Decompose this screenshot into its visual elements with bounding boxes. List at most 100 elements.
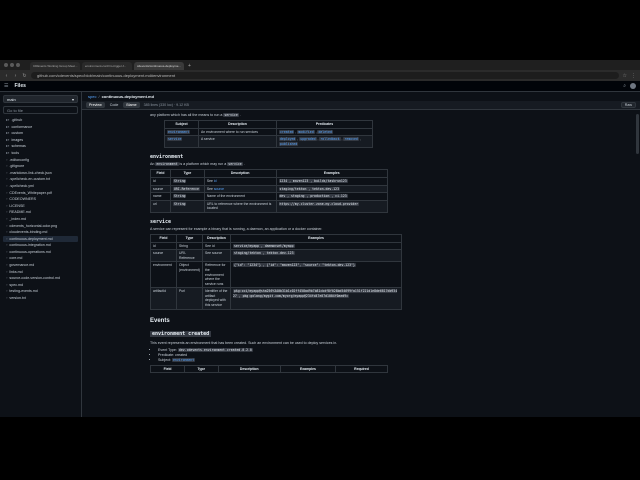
field-example: {"id": "1234"} , {"id": "maven123", "sou… bbox=[230, 261, 402, 289]
subject-description: An environment where to run services bbox=[198, 127, 277, 137]
new-tab-icon[interactable]: + bbox=[188, 62, 191, 70]
tab-preview[interactable]: Preview bbox=[86, 102, 105, 108]
sidebar-item[interactable]: ▸▪ schemas bbox=[3, 143, 78, 150]
sidebar-item[interactable]: ▫ .markdown-link-check.json bbox=[3, 170, 78, 177]
sidebar-item-label: spec.md bbox=[9, 282, 24, 287]
service-heading: service bbox=[150, 218, 172, 225]
sidebar-item-label: continuous-integration.md bbox=[9, 243, 51, 248]
sidebar-item[interactable]: ▫ testing-events.md bbox=[3, 288, 78, 295]
predicate-link[interactable]: modified bbox=[297, 129, 315, 134]
sidebar-item-label: .editorconfig bbox=[9, 157, 29, 162]
tab-code[interactable]: Code bbox=[107, 102, 122, 108]
env-header-description: Description bbox=[203, 169, 277, 178]
subject-link-environment[interactable]: environment bbox=[167, 129, 191, 134]
sidebar-item[interactable]: ▫ cloudevents-binding.md bbox=[3, 229, 78, 236]
sidebar-item[interactable]: ▫ version.txt bbox=[3, 295, 78, 302]
subjects-header-subject: Subject bbox=[164, 120, 199, 129]
predicate-link[interactable]: removed bbox=[343, 137, 359, 142]
predicate-link[interactable]: published bbox=[279, 141, 299, 146]
predicate-link[interactable]: rolledback bbox=[319, 137, 341, 142]
sidebar-item[interactable]: ▫ LICENSE bbox=[3, 203, 78, 210]
field-type: String bbox=[169, 199, 205, 213]
window-controls[interactable] bbox=[4, 63, 20, 67]
sidebar-item[interactable]: ▫ CODEOWNERS bbox=[3, 196, 78, 203]
sidebar-item[interactable]: ▫ continuous-integration.md bbox=[3, 242, 78, 249]
sidebar-toggle-icon[interactable]: ☰ bbox=[4, 83, 8, 89]
sidebar-item[interactable]: ▫ core.md bbox=[3, 255, 78, 262]
sidebar-item[interactable]: ▸▪ images bbox=[3, 137, 78, 144]
forward-icon[interactable]: › bbox=[13, 73, 18, 79]
back-icon[interactable]: ‹ bbox=[4, 73, 9, 79]
search-icon[interactable]: ⌕ bbox=[623, 83, 626, 89]
event-header-required: Required bbox=[334, 364, 389, 374]
file-meta: 385 lines (330 loc) · 9.12 KB bbox=[143, 103, 189, 107]
address-bar[interactable]: github.com/cdevents/spec/blob/main/conti… bbox=[31, 72, 619, 79]
sidebar-item[interactable]: ▫ source-code-version-control.md bbox=[3, 275, 78, 282]
breadcrumb-file: continuous-deployment.md bbox=[101, 94, 155, 99]
field-description: See id bbox=[202, 241, 231, 251]
sidebar-item[interactable]: ▸▪ tools bbox=[3, 150, 78, 157]
field-description: See id bbox=[203, 176, 277, 186]
predicate-link[interactable]: deleted bbox=[317, 129, 333, 134]
file-icon: ▫ bbox=[6, 242, 8, 248]
subjects-header-description: Description bbox=[198, 120, 277, 129]
field-name: source bbox=[150, 184, 171, 194]
field-description: Reference for the environment where the … bbox=[202, 261, 231, 289]
sidebar-item[interactable]: ▸▪ conformance bbox=[3, 124, 78, 131]
sidebar-item-label: .markdown-link-check.json bbox=[9, 170, 52, 175]
sidebar-item[interactable]: ▫ .gitignore bbox=[3, 163, 78, 170]
sidebar-item[interactable]: ▫ README.md bbox=[3, 209, 78, 216]
sidebar-item[interactable]: ▫ continuous-operations.md bbox=[3, 249, 78, 256]
sidebar-item[interactable]: ▸▪ custom bbox=[3, 130, 78, 137]
reload-icon[interactable]: ↻ bbox=[22, 73, 27, 79]
file-icon: ▫ bbox=[6, 248, 8, 254]
sidebar-item[interactable]: ▫ .spellcheck.yml bbox=[3, 183, 78, 190]
predicate-link[interactable]: upgraded bbox=[299, 137, 317, 142]
sidebar-item-label: .github bbox=[11, 118, 23, 122]
sidebar-item-label: version.txt bbox=[9, 296, 26, 301]
sidebar-item[interactable]: ▫ continuous-deployment.md bbox=[3, 235, 78, 243]
browser-tab-1[interactable]: CDEvents Working Group Meet... bbox=[30, 62, 80, 70]
environment-heading: environment bbox=[150, 154, 184, 161]
sidebar-item[interactable]: ▫ .spellcheck-en-custom.txt bbox=[3, 176, 78, 183]
browser-tab-3[interactable]: cdevents/continuous-deployme... bbox=[134, 62, 184, 70]
tab-blame[interactable]: Blame bbox=[123, 102, 140, 108]
list-item: Subject: environment bbox=[158, 357, 388, 363]
sidebar-item-label: custom bbox=[11, 131, 24, 136]
breadcrumb: spec / continuous-deployment.md bbox=[82, 92, 640, 101]
table-row: id String See id 1234 , maven123 , builds/t… bbox=[150, 176, 388, 186]
predicate-link[interactable]: deployed bbox=[279, 137, 297, 142]
event-header-examples: Examples bbox=[279, 364, 336, 374]
sidebar-item-label: cloudevents-binding.md bbox=[9, 230, 48, 235]
bookmark-icon[interactable]: ☆ bbox=[623, 73, 627, 79]
svc-header-description: Description bbox=[202, 233, 231, 243]
sidebar-item[interactable]: ▫ links.md bbox=[3, 269, 78, 276]
field-description: URL to reference where the environment i… bbox=[203, 199, 277, 213]
folder-icon: ▸▪ bbox=[6, 143, 10, 149]
sidebar-item[interactable]: ▫ spec.md bbox=[3, 282, 78, 289]
go-to-file-input[interactable]: Go to file bbox=[3, 106, 78, 114]
sidebar-item-label: CDEvents_Whitepaper.pdf bbox=[9, 190, 52, 195]
sidebar-item[interactable]: ▫ governance.md bbox=[3, 262, 78, 269]
branch-selector[interactable]: main ▾ bbox=[3, 95, 78, 103]
sidebar-item[interactable]: ▫ CDEvents_Whitepaper.pdf bbox=[3, 190, 78, 197]
field-example: service/myapp , daemonset/myapp bbox=[230, 241, 402, 251]
sidebar-item[interactable]: ▫ .editorconfig bbox=[3, 157, 78, 164]
predicate-link[interactable]: created bbox=[279, 129, 295, 134]
field-link[interactable]: source bbox=[214, 187, 224, 191]
subject-link-environment[interactable]: environment bbox=[172, 357, 196, 362]
sidebar-item[interactable]: ▸▪ .github bbox=[3, 117, 78, 124]
field-link[interactable]: id bbox=[214, 179, 217, 183]
env-header-examples: Examples bbox=[275, 169, 388, 178]
table-row: url String URL to reference where the envi… bbox=[150, 199, 388, 213]
sidebar-item-label: source-code-version-control.md bbox=[9, 276, 60, 281]
subject-link-service[interactable]: service bbox=[167, 137, 183, 142]
raw-button[interactable]: Raw bbox=[620, 102, 636, 108]
browser-tab-2[interactable]: environment-confirm-trigger-f... bbox=[82, 62, 132, 70]
scrollbar[interactable] bbox=[636, 114, 639, 154]
menu-icon[interactable]: ⋮ bbox=[631, 73, 636, 79]
sidebar-item[interactable]: ▫ _index.md bbox=[3, 216, 78, 223]
breadcrumb-repo-link[interactable]: spec bbox=[88, 94, 96, 99]
sidebar-item[interactable]: ▫ cdevents_horizontal-color.png bbox=[3, 223, 78, 230]
avatar[interactable] bbox=[630, 83, 636, 89]
